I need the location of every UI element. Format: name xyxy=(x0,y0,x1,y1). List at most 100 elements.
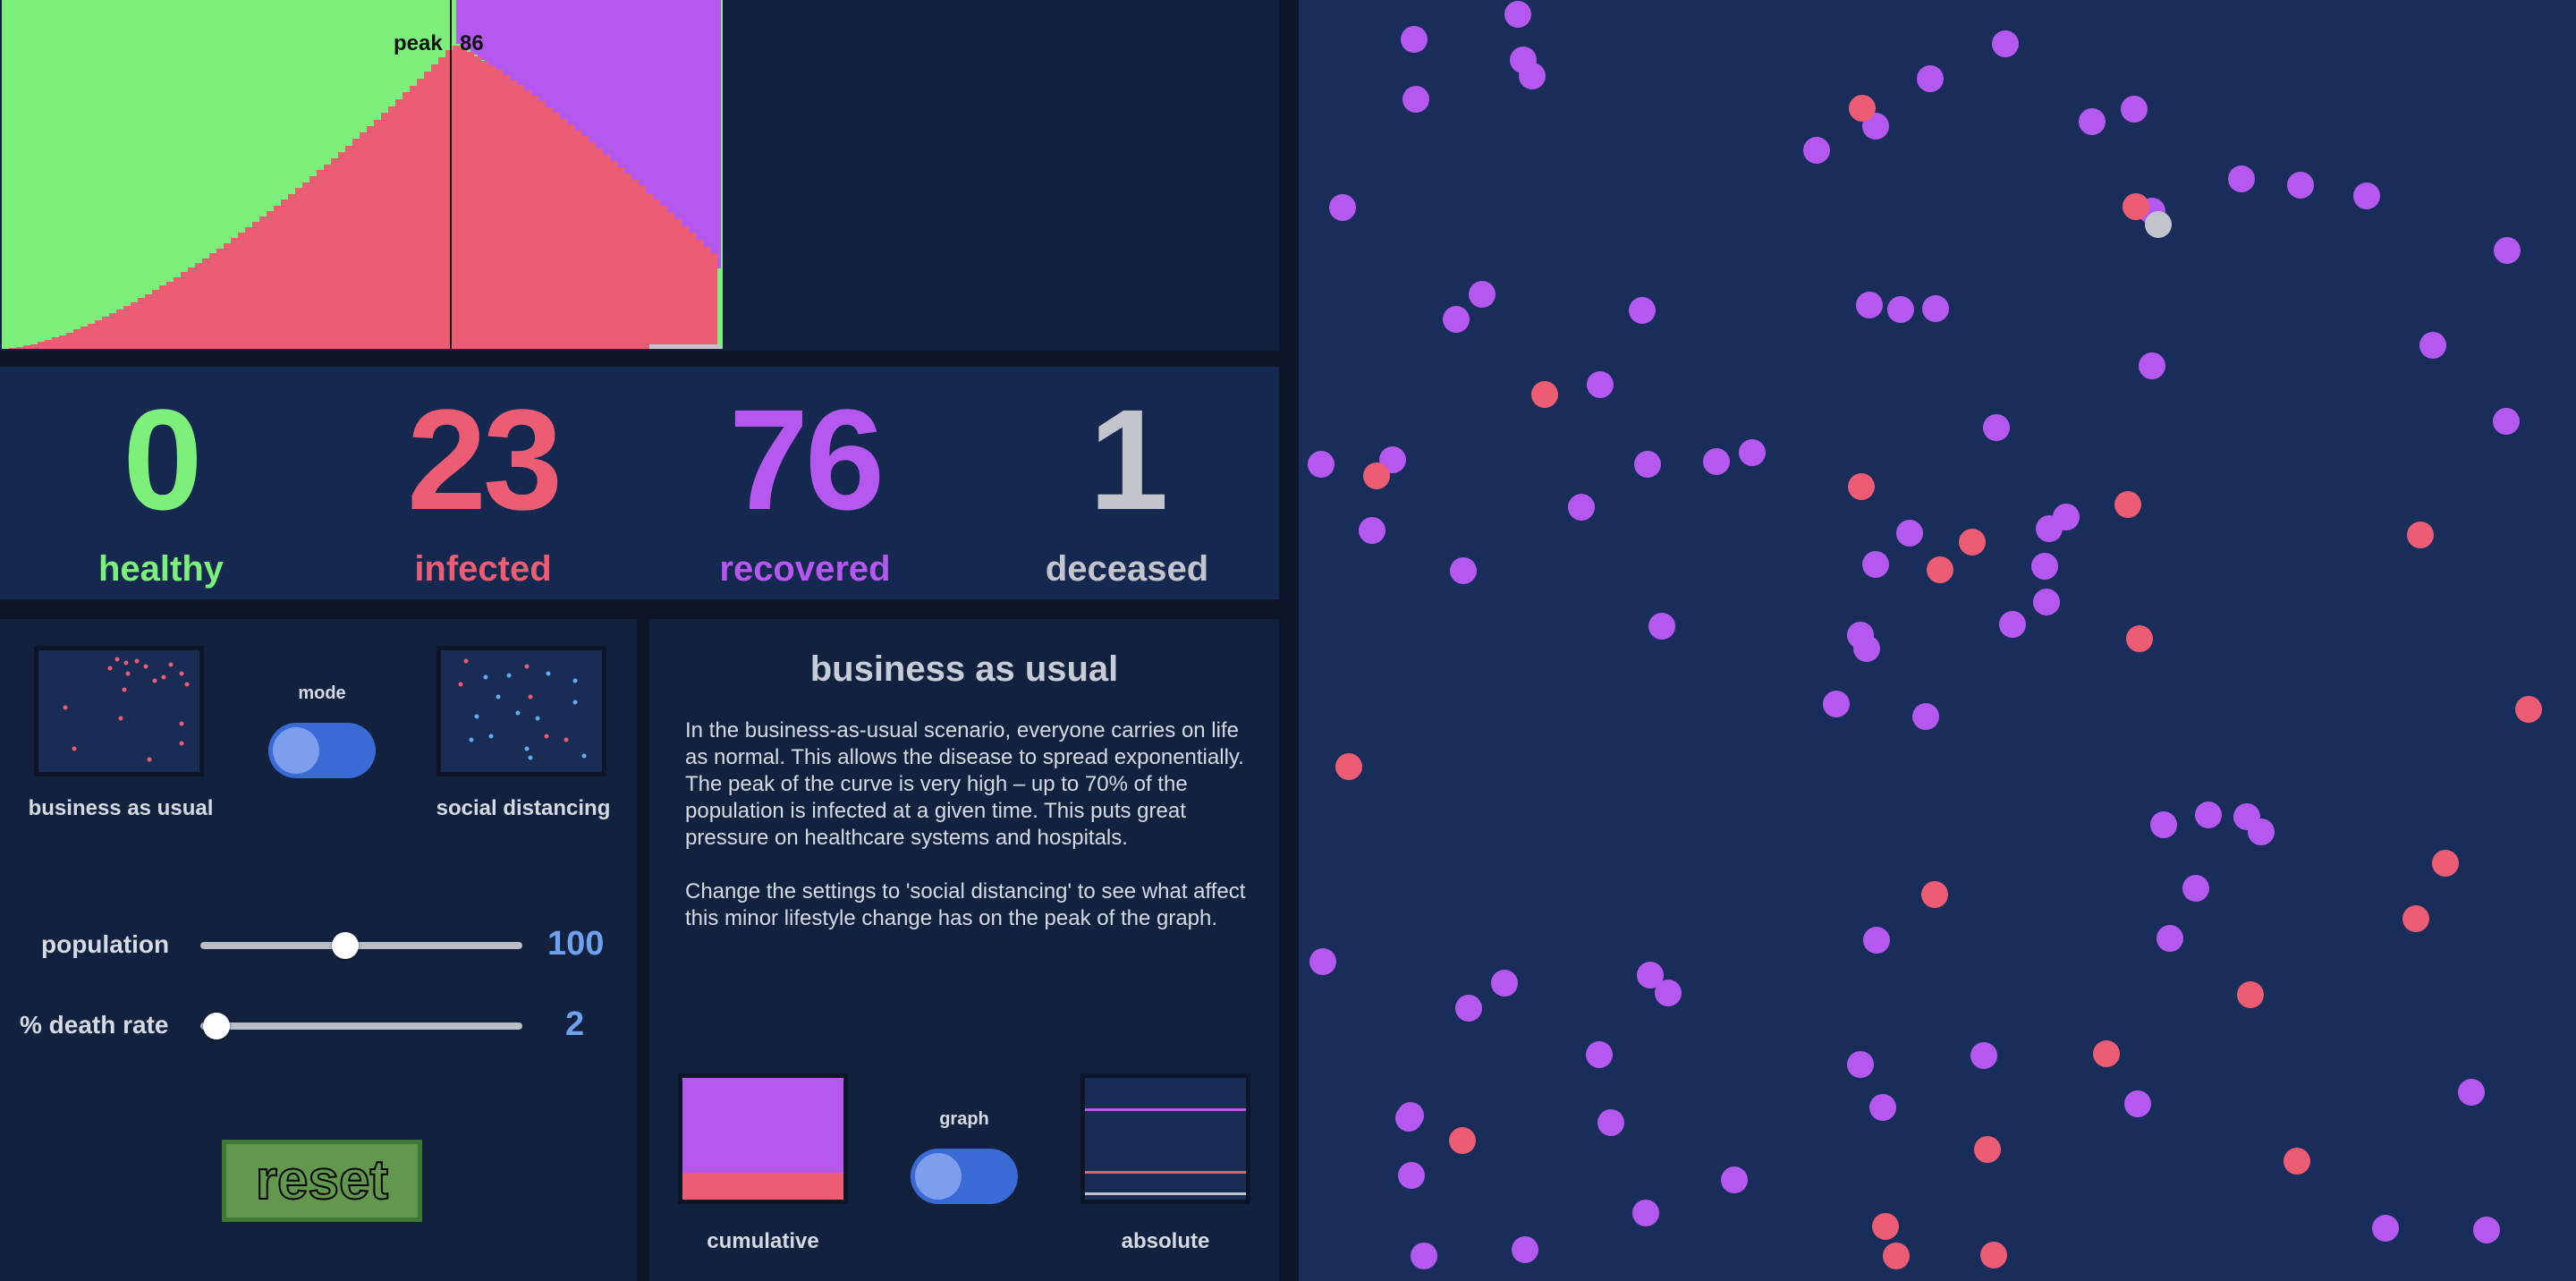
population-slider-handle[interactable] xyxy=(332,932,359,959)
peak-label: peak xyxy=(394,31,443,55)
recovered-person-dot xyxy=(1917,65,1944,92)
recovered-person-dot xyxy=(2079,108,2106,135)
recovered-person-dot xyxy=(2150,811,2177,838)
infected-label: infected xyxy=(414,549,552,589)
recovered-person-dot xyxy=(1629,297,1656,324)
info-panel: business as usual In the business-as-usu… xyxy=(649,619,1279,1281)
recovered-person-dot xyxy=(1586,1041,1613,1068)
population-slider-track[interactable] xyxy=(200,942,522,949)
recovered-person-dot xyxy=(1739,439,1766,466)
deceased-label: deceased xyxy=(1045,549,1209,589)
social-distancing-label: social distancing xyxy=(436,796,611,820)
business-as-usual-thumbnail[interactable] xyxy=(34,646,204,776)
recovered-person-dot xyxy=(2121,96,2148,123)
recovered-person-dot xyxy=(1455,995,1482,1022)
recovered-person-dot xyxy=(1634,451,1661,478)
recovered-person-dot xyxy=(2458,1079,2485,1106)
recovered-person-dot xyxy=(1970,1042,1997,1069)
scenario-description: In the business-as-usual scenario, every… xyxy=(685,718,1244,850)
deceased-count: 1 xyxy=(1089,379,1169,539)
recovered-person-dot xyxy=(1632,1200,1659,1226)
stat-infected: 23 infected xyxy=(322,367,644,590)
recovered-person-dot xyxy=(1450,557,1477,584)
stacked-area-icon xyxy=(682,1078,843,1200)
stat-deceased: 1 deceased xyxy=(966,367,1288,590)
recovered-label: recovered xyxy=(719,549,891,589)
infected-person-dot xyxy=(1980,1242,2007,1268)
stat-recovered: 76 recovered xyxy=(644,367,966,590)
recovered-person-dot xyxy=(2031,553,2058,580)
stat-healthy: 0 healthy xyxy=(0,367,322,590)
recovered-person-dot xyxy=(1329,194,1356,221)
recovered-person-dot xyxy=(1637,962,1664,988)
recovered-person-dot xyxy=(1703,448,1730,475)
recovered-person-dot xyxy=(1510,47,1537,73)
recovered-person-dot xyxy=(2233,803,2260,830)
population-value: 100 xyxy=(547,925,605,963)
recovered-person-dot xyxy=(2182,875,2209,902)
recovered-person-dot xyxy=(1512,1236,1538,1263)
epidemic-curve-graph: peak 86 xyxy=(2,0,723,349)
absolute-graph-thumbnail[interactable] xyxy=(1080,1073,1250,1204)
distanced-dots-icon xyxy=(458,658,587,760)
recovered-person-dot xyxy=(2228,165,2255,192)
recovered-person-dot xyxy=(1597,1109,1624,1136)
infected-person-dot xyxy=(2237,981,2264,1008)
recovered-person-dot xyxy=(1983,414,2010,441)
population-label: population xyxy=(41,930,170,958)
infected-person-dot xyxy=(1872,1213,1899,1240)
infected-person-dot xyxy=(1883,1243,1910,1269)
infected-person-dot xyxy=(2402,905,2429,932)
scenario-title: business as usual xyxy=(809,649,1119,689)
recovered-person-dot xyxy=(2287,172,2314,199)
infected-person-dot xyxy=(1959,529,1986,556)
infected-count: 23 xyxy=(407,379,563,539)
infected-person-dot xyxy=(1974,1136,2001,1163)
infected-person-dot xyxy=(1848,473,1875,500)
deceased-person-dot xyxy=(2145,211,2172,238)
recovered-person-dot xyxy=(1847,622,1874,649)
graph-toggle-knob[interactable] xyxy=(915,1153,962,1200)
recovered-person-dot xyxy=(1869,1094,1896,1121)
recovered-person-dot xyxy=(2139,352,2165,379)
controls-panel: business as usual mode social distancing… xyxy=(0,619,637,1281)
scattered-dots-icon xyxy=(63,657,190,762)
cumulative-graph-thumbnail[interactable] xyxy=(678,1073,848,1204)
recovered-person-dot xyxy=(1803,137,1830,164)
infected-person-dot xyxy=(1363,462,1390,489)
deceased-area xyxy=(649,344,721,349)
infected-person-dot xyxy=(2093,1040,2120,1067)
death-rate-slider-track[interactable] xyxy=(200,1022,522,1030)
death-rate-slider-handle[interactable] xyxy=(203,1013,230,1039)
absolute-label: absolute xyxy=(1121,1229,1210,1253)
recovered-person-dot xyxy=(1395,1105,1422,1132)
recovered-person-dot xyxy=(1411,1243,1437,1269)
social-distancing-thumbnail[interactable] xyxy=(436,646,606,776)
recovered-person-dot xyxy=(1721,1166,1748,1193)
recovered-person-dot xyxy=(1568,494,1595,521)
healthy-label: healthy xyxy=(97,549,225,589)
infected-person-dot xyxy=(1449,1127,1476,1154)
infected-person-dot xyxy=(2515,696,2542,723)
death-rate-label: % death rate xyxy=(20,1011,169,1039)
recovered-person-dot xyxy=(1648,613,1675,640)
recovered-person-dot xyxy=(2494,237,2521,264)
graph-toggle[interactable] xyxy=(911,1149,1018,1204)
recovered-person-dot xyxy=(2124,1090,2151,1117)
stats-panel: 0 healthy 23 infected 76 recovered 1 dec… xyxy=(0,367,1279,599)
reset-button[interactable]: reset xyxy=(222,1140,422,1222)
recovered-count: 76 xyxy=(729,379,885,539)
recovered-person-dot xyxy=(2493,408,2520,435)
peak-value: 86 xyxy=(460,31,484,55)
infected-person-dot xyxy=(1335,753,1362,780)
recovered-person-dot xyxy=(1847,1051,1874,1078)
recovered-person-dot xyxy=(1856,292,1883,318)
scenario-hint: Change the settings to 'social distancin… xyxy=(685,879,1246,930)
infected-person-dot xyxy=(1921,881,1948,908)
mode-toggle[interactable] xyxy=(268,723,376,778)
death-rate-value: 2 xyxy=(565,1005,585,1043)
infected-person-dot xyxy=(1531,381,1558,408)
mode-toggle-knob[interactable] xyxy=(273,727,319,774)
graph-toggle-label: graph xyxy=(939,1109,989,1129)
infected-person-dot xyxy=(1927,556,1953,583)
